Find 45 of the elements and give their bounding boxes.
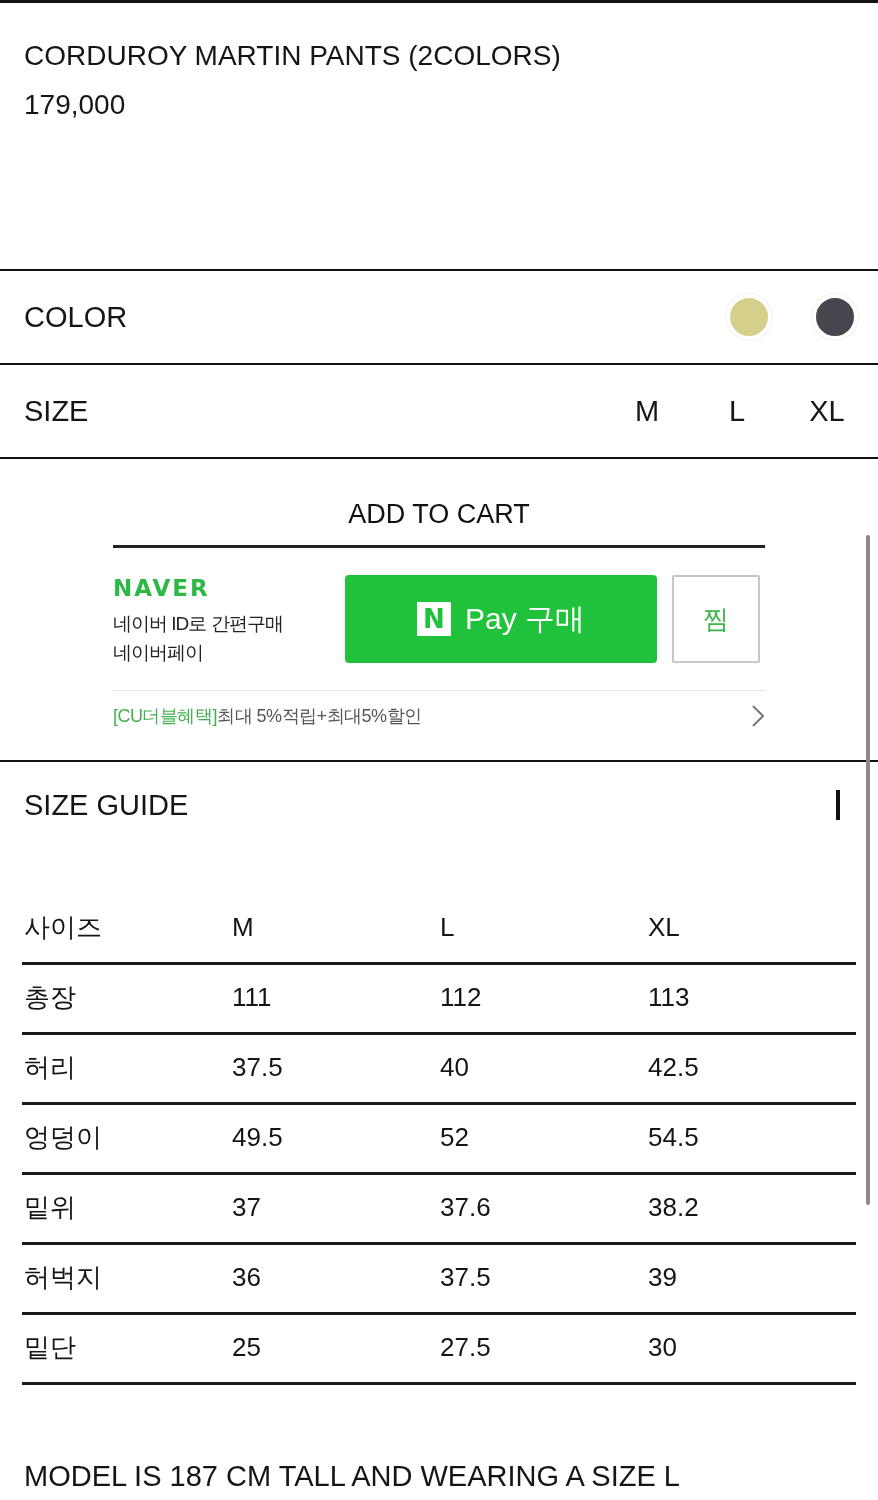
table-cell-text: 25	[231, 1332, 261, 1364]
table-cell-text: 36	[231, 1262, 261, 1294]
row-label: 밑단	[23, 1332, 76, 1364]
table-cell-text: 37.5	[439, 1262, 491, 1294]
color-label: COLOR	[24, 300, 128, 335]
column-header: L	[439, 912, 455, 944]
promo-link[interactable]: [CU더블혜택]최대 5%적립+최대5%할인	[113, 691, 765, 741]
table-cell-text: 40	[439, 1052, 469, 1084]
size-label: SIZE	[24, 394, 89, 429]
naver-logo: NAVER	[113, 576, 210, 600]
vertical-bar-icon[interactable]	[836, 790, 840, 820]
row-label: 허리	[23, 1052, 76, 1084]
naver-pay-logo: N	[417, 602, 451, 636]
add-to-cart-button[interactable]: ADD TO CART	[113, 459, 765, 548]
size-option[interactable]: M	[602, 393, 692, 429]
chevron-right-icon	[751, 704, 765, 728]
table-cell-text: 111	[231, 982, 272, 1014]
naver-caption: 네이버 ID로 간편구매	[113, 612, 283, 636]
table-cell-text: 27.5	[439, 1332, 491, 1364]
product-title: CORDUROY MARTIN PANTS (2COLORS)	[24, 39, 561, 73]
naver-caption: 네이버페이	[113, 641, 203, 665]
product-price: 179,000	[24, 88, 126, 122]
column-header: XL	[647, 912, 680, 944]
size-option[interactable]: XL	[782, 393, 872, 429]
model-size-note: MODEL IS 187 CM TALL AND WEARING A SIZE L	[24, 1459, 680, 1494]
row-label: 엉덩이	[23, 1122, 102, 1154]
table-cell-text: 52	[439, 1122, 469, 1154]
table-cell-text: 38.2	[647, 1192, 699, 1224]
table-cell-text: 39	[647, 1262, 677, 1294]
size-option[interactable]: L	[692, 393, 782, 429]
size-guide-title: SIZE GUIDE	[24, 790, 189, 820]
row-label: 밑위	[23, 1192, 76, 1224]
table-cell-text: 42.5	[647, 1052, 699, 1084]
table-cell-text: 37.6	[439, 1192, 491, 1224]
column-header: 사이즈	[23, 912, 102, 944]
table-cell-text: 37	[231, 1192, 261, 1224]
table-cell-text: 112	[439, 982, 482, 1014]
table-cell-text: 113	[647, 982, 690, 1014]
table-cell-text: 30	[647, 1332, 677, 1364]
row-label: 허벅지	[23, 1262, 102, 1294]
table-cell-text: 37.5	[231, 1052, 283, 1084]
column-header: M	[231, 912, 254, 944]
table-cell-text: 49.5	[231, 1122, 283, 1154]
table-cell-text: 54.5	[647, 1122, 699, 1154]
row-label: 총장	[23, 982, 76, 1014]
